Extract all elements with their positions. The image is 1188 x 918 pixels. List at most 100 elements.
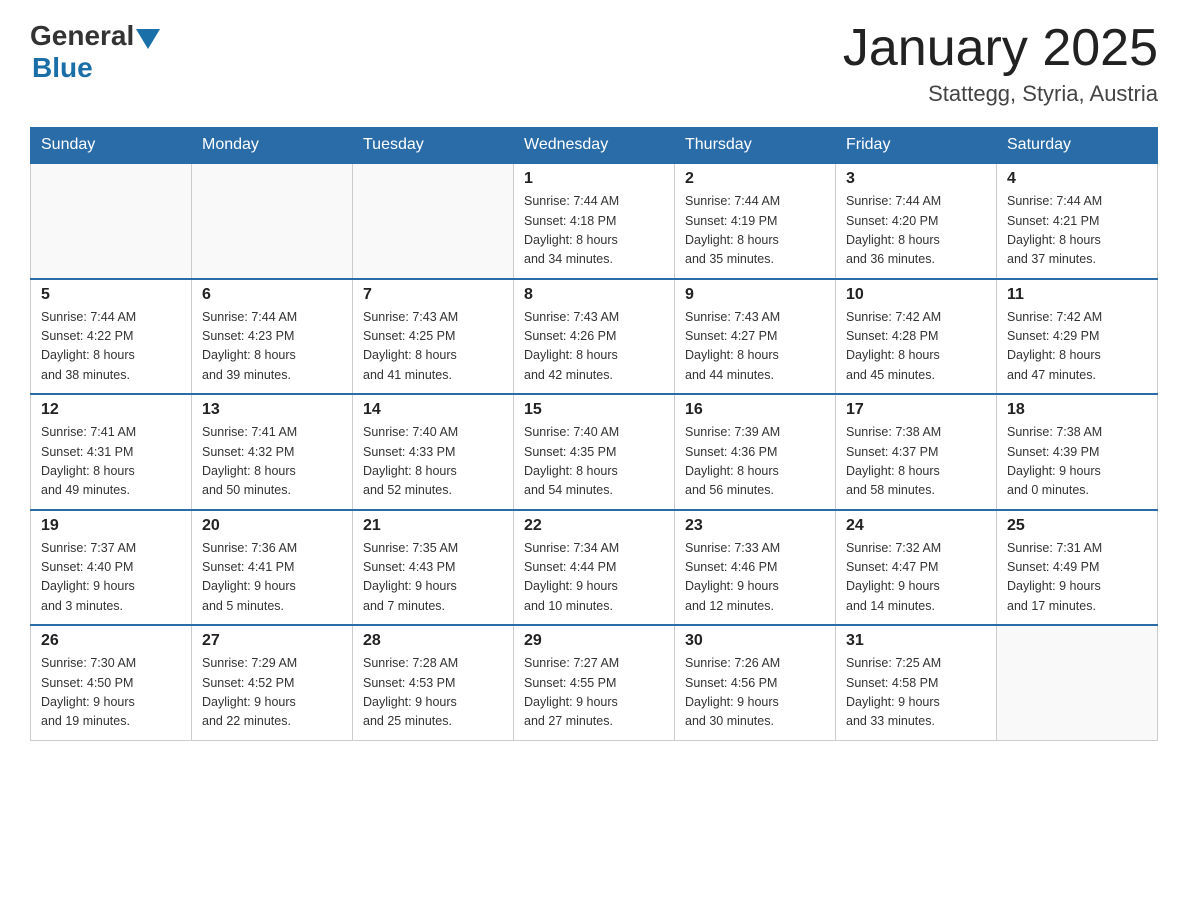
calendar-cell: 29Sunrise: 7:27 AMSunset: 4:55 PMDayligh…: [514, 625, 675, 740]
calendar-cell: [192, 163, 353, 279]
day-info: Sunrise: 7:25 AMSunset: 4:58 PMDaylight:…: [846, 654, 986, 732]
calendar-cell: 11 Sunrise: 7:42 AMSunset: 4:29 PMDayligh…: [997, 279, 1158, 395]
day-info: Sunrise: 7:44 AMSunset: 4:20 PMDaylight:…: [846, 192, 986, 270]
day-info: Sunrise: 7:43 AMSunset: 4:25 PMDaylight:…: [363, 308, 503, 386]
day-number: 5: [41, 286, 181, 304]
day-info: Sunrise: 7:42 AMSunset: 4:29 PMDaylight:…: [1007, 308, 1147, 386]
calendar-cell: 16 Sunrise: 7:39 AMSunset: 4:36 PMDayligh…: [675, 394, 836, 510]
calendar-cell: 25Sunrise: 7:31 AMSunset: 4:49 PMDayligh…: [997, 510, 1158, 626]
calendar-cell: 12 Sunrise: 7:41 AMSunset: 4:31 PMDayligh…: [31, 394, 192, 510]
day-info: Sunrise: 7:26 AMSunset: 4:56 PMDaylight:…: [685, 654, 825, 732]
calendar-cell: 24 Sunrise: 7:32 AMSunset: 4:47 PMDayligh…: [836, 510, 997, 626]
day-info: Sunrise: 7:41 AMSunset: 4:32 PMDaylight:…: [202, 423, 342, 501]
day-info: Sunrise: 7:34 AMSunset: 4:44 PMDaylight:…: [524, 539, 664, 617]
day-info: Sunrise: 7:44 AMSunset: 4:22 PMDaylight:…: [41, 308, 181, 386]
day-number: 16: [685, 401, 825, 419]
calendar-week-row: 5 Sunrise: 7:44 AMSunset: 4:22 PMDaylight…: [31, 279, 1158, 395]
day-info: Sunrise: 7:41 AMSunset: 4:31 PMDaylight:…: [41, 423, 181, 501]
calendar-cell: 5 Sunrise: 7:44 AMSunset: 4:22 PMDaylight…: [31, 279, 192, 395]
day-number: 9: [685, 286, 825, 304]
calendar-week-row: 26 Sunrise: 7:30 AMSunset: 4:50 PMDayligh…: [31, 625, 1158, 740]
day-of-week-header: Friday: [836, 128, 997, 164]
calendar-cell: [997, 625, 1158, 740]
day-info: Sunrise: 7:44 AMSunset: 4:21 PMDaylight:…: [1007, 192, 1147, 270]
calendar-cell: 2Sunrise: 7:44 AMSunset: 4:19 PMDaylight…: [675, 163, 836, 279]
day-number: 12: [41, 401, 181, 419]
calendar-cell: 26 Sunrise: 7:30 AMSunset: 4:50 PMDayligh…: [31, 625, 192, 740]
day-number: 11: [1007, 286, 1147, 304]
day-number: 10: [846, 286, 986, 304]
day-number: 8: [524, 286, 664, 304]
calendar-week-row: 1 Sunrise: 7:44 AMSunset: 4:18 PMDaylight…: [31, 163, 1158, 279]
day-number: 17: [846, 401, 986, 419]
day-info: Sunrise: 7:42 AMSunset: 4:28 PMDaylight:…: [846, 308, 986, 386]
calendar-cell: 27Sunrise: 7:29 AMSunset: 4:52 PMDayligh…: [192, 625, 353, 740]
day-number: 4: [1007, 170, 1147, 188]
day-number: 24: [846, 517, 986, 535]
calendar-cell: 21 Sunrise: 7:35 AMSunset: 4:43 PMDayligh…: [353, 510, 514, 626]
calendar-cell: 13Sunrise: 7:41 AMSunset: 4:32 PMDayligh…: [192, 394, 353, 510]
day-of-week-header: Tuesday: [353, 128, 514, 164]
day-number: 23: [685, 517, 825, 535]
day-number: 3: [846, 170, 986, 188]
day-number: 26: [41, 632, 181, 650]
day-number: 28: [363, 632, 503, 650]
day-info: Sunrise: 7:40 AMSunset: 4:35 PMDaylight:…: [524, 423, 664, 501]
day-info: Sunrise: 7:43 AMSunset: 4:27 PMDaylight:…: [685, 308, 825, 386]
calendar-cell: [31, 163, 192, 279]
day-info: Sunrise: 7:32 AMSunset: 4:47 PMDaylight:…: [846, 539, 986, 617]
day-number: 19: [41, 517, 181, 535]
day-number: 27: [202, 632, 342, 650]
calendar-cell: [353, 163, 514, 279]
calendar-cell: 6 Sunrise: 7:44 AMSunset: 4:23 PMDaylight…: [192, 279, 353, 395]
calendar-cell: 1 Sunrise: 7:44 AMSunset: 4:18 PMDaylight…: [514, 163, 675, 279]
day-number: 20: [202, 517, 342, 535]
day-number: 30: [685, 632, 825, 650]
logo-general-text: General: [30, 20, 134, 52]
day-of-week-header: Thursday: [675, 128, 836, 164]
calendar-cell: 9 Sunrise: 7:43 AMSunset: 4:27 PMDaylight…: [675, 279, 836, 395]
calendar-cell: 8 Sunrise: 7:43 AMSunset: 4:26 PMDaylight…: [514, 279, 675, 395]
day-info: Sunrise: 7:43 AMSunset: 4:26 PMDaylight:…: [524, 308, 664, 386]
day-of-week-header: Saturday: [997, 128, 1158, 164]
day-info: Sunrise: 7:30 AMSunset: 4:50 PMDaylight:…: [41, 654, 181, 732]
calendar-cell: 22 Sunrise: 7:34 AMSunset: 4:44 PMDayligh…: [514, 510, 675, 626]
calendar-week-row: 12 Sunrise: 7:41 AMSunset: 4:31 PMDayligh…: [31, 394, 1158, 510]
day-number: 25: [1007, 517, 1147, 535]
day-info: Sunrise: 7:28 AMSunset: 4:53 PMDaylight:…: [363, 654, 503, 732]
calendar-cell: 15 Sunrise: 7:40 AMSunset: 4:35 PMDayligh…: [514, 394, 675, 510]
calendar-cell: 18 Sunrise: 7:38 AMSunset: 4:39 PMDayligh…: [997, 394, 1158, 510]
day-number: 18: [1007, 401, 1147, 419]
day-info: Sunrise: 7:39 AMSunset: 4:36 PMDaylight:…: [685, 423, 825, 501]
calendar-cell: 10 Sunrise: 7:42 AMSunset: 4:28 PMDayligh…: [836, 279, 997, 395]
month-title: January 2025: [843, 20, 1158, 77]
day-number: 6: [202, 286, 342, 304]
day-of-week-header: Sunday: [31, 128, 192, 164]
calendar-cell: 17Sunrise: 7:38 AMSunset: 4:37 PMDayligh…: [836, 394, 997, 510]
day-info: Sunrise: 7:37 AMSunset: 4:40 PMDaylight:…: [41, 539, 181, 617]
location-text: Stattegg, Styria, Austria: [843, 81, 1158, 107]
day-info: Sunrise: 7:44 AMSunset: 4:23 PMDaylight:…: [202, 308, 342, 386]
calendar-table: SundayMondayTuesdayWednesdayThursdayFrid…: [30, 127, 1158, 741]
calendar-cell: 7Sunrise: 7:43 AMSunset: 4:25 PMDaylight…: [353, 279, 514, 395]
logo: General Blue: [30, 20, 160, 84]
calendar-cell: 4 Sunrise: 7:44 AMSunset: 4:21 PMDaylight…: [997, 163, 1158, 279]
day-info: Sunrise: 7:44 AMSunset: 4:18 PMDaylight:…: [524, 192, 664, 270]
calendar-cell: 30 Sunrise: 7:26 AMSunset: 4:56 PMDayligh…: [675, 625, 836, 740]
day-number: 31: [846, 632, 986, 650]
day-info: Sunrise: 7:36 AMSunset: 4:41 PMDaylight:…: [202, 539, 342, 617]
day-info: Sunrise: 7:40 AMSunset: 4:33 PMDaylight:…: [363, 423, 503, 501]
page-header: General Blue January 2025 Stattegg, Styr…: [30, 20, 1158, 107]
day-of-week-header: Monday: [192, 128, 353, 164]
logo-arrow-icon: [136, 29, 160, 49]
day-info: Sunrise: 7:35 AMSunset: 4:43 PMDaylight:…: [363, 539, 503, 617]
day-number: 2: [685, 170, 825, 188]
calendar-cell: 14Sunrise: 7:40 AMSunset: 4:33 PMDayligh…: [353, 394, 514, 510]
day-number: 15: [524, 401, 664, 419]
day-info: Sunrise: 7:27 AMSunset: 4:55 PMDaylight:…: [524, 654, 664, 732]
day-number: 1: [524, 170, 664, 188]
day-info: Sunrise: 7:38 AMSunset: 4:39 PMDaylight:…: [1007, 423, 1147, 501]
day-number: 21: [363, 517, 503, 535]
day-number: 22: [524, 517, 664, 535]
calendar-cell: 19 Sunrise: 7:37 AMSunset: 4:40 PMDayligh…: [31, 510, 192, 626]
